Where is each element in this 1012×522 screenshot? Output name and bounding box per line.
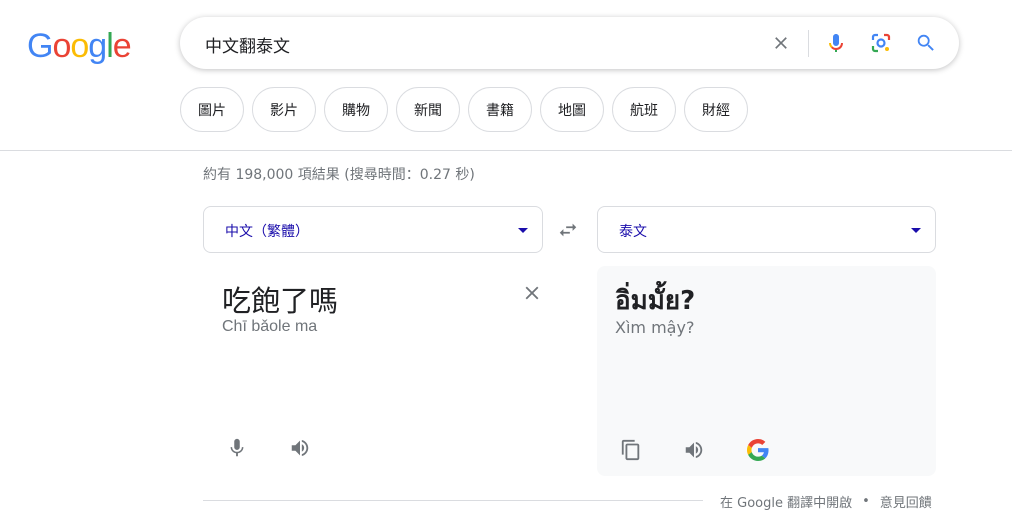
logo-letter: e (112, 27, 132, 65)
chip-shopping[interactable]: 購物 (324, 87, 388, 132)
chevron-down-icon (518, 228, 528, 233)
mic-icon[interactable] (225, 436, 249, 460)
target-text: อิ่มมั้ย? (615, 286, 696, 316)
source-romanization: Chī bǎole ma (222, 318, 318, 335)
speaker-icon[interactable] (682, 438, 706, 462)
logo-letter: G (27, 27, 53, 65)
target-language-label: 泰文 (619, 224, 647, 240)
google-logo[interactable]: Google (27, 27, 132, 66)
clear-source-icon[interactable] (521, 282, 543, 304)
logo-letter: o (70, 27, 89, 65)
copy-icon[interactable] (619, 438, 643, 462)
search-input[interactable]: 中文翻泰文 (205, 32, 290, 57)
chip-maps[interactable]: 地圖 (540, 87, 604, 132)
chip-books[interactable]: 書籍 (468, 87, 532, 132)
result-stats: 約有 198,000 項結果 (搜尋時間：0.27 秒) (203, 167, 475, 183)
chip-videos[interactable]: 影片 (252, 87, 316, 132)
open-in-translate-link[interactable]: 在 Google 翻譯中開啟 (720, 492, 852, 511)
lens-icon[interactable] (868, 30, 894, 56)
search-divider (808, 30, 809, 57)
chip-images[interactable]: 圖片 (180, 87, 244, 132)
chip-finance[interactable]: 財經 (684, 87, 748, 132)
chip-news[interactable]: 新聞 (396, 87, 460, 132)
swap-languages-icon[interactable] (557, 219, 579, 241)
close-icon[interactable] (768, 30, 794, 56)
search-box[interactable]: 中文翻泰文 (180, 17, 959, 69)
source-panel: 吃飽了嗎 Chī bǎole ma (203, 266, 543, 476)
footer-divider (203, 500, 703, 501)
chevron-down-icon (911, 228, 921, 233)
footer-separator: • (862, 494, 870, 509)
translator-footer: 在 Google 翻譯中開啟 • 意見回饋 (720, 492, 932, 511)
filter-chips: 圖片 影片 購物 新聞 書籍 地圖 航班 財經 (180, 87, 748, 132)
mic-icon[interactable] (823, 30, 849, 56)
feedback-link[interactable]: 意見回饋 (880, 492, 932, 511)
target-panel: อิ่มมั้ย? Xìm mậy? (597, 266, 936, 476)
chip-flights[interactable]: 航班 (612, 87, 676, 132)
source-language-label: 中文（繁體） (225, 224, 309, 240)
target-romanization: Xìm mậy? (615, 318, 695, 337)
source-language-select[interactable]: 中文（繁體） (203, 206, 543, 253)
speaker-icon[interactable] (288, 436, 312, 460)
search-icon[interactable] (913, 30, 939, 56)
logo-letter: g (88, 27, 107, 65)
header-divider (0, 150, 1012, 151)
target-language-select[interactable]: 泰文 (597, 206, 936, 253)
source-text-input[interactable]: 吃飽了嗎 (222, 278, 338, 320)
google-g-icon[interactable] (746, 438, 770, 462)
logo-letter: o (52, 27, 71, 65)
